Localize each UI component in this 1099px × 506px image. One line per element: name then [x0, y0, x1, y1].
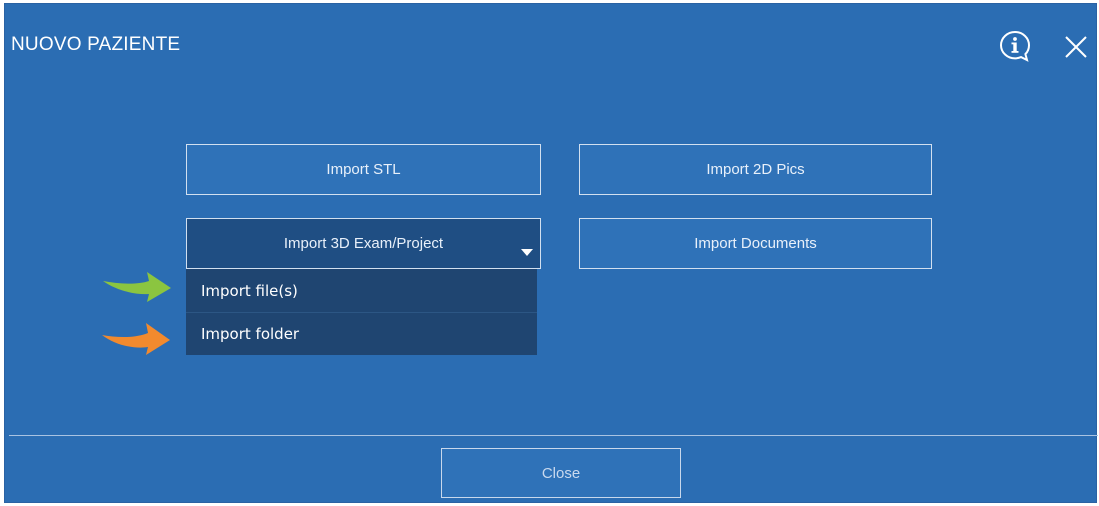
dialog-title: NUOVO PAZIENTE: [11, 34, 181, 55]
dropdown-caret-icon: [521, 249, 533, 256]
green-arrow-icon: [103, 272, 171, 302]
menu-item-import-files[interactable]: Import file(s): [186, 269, 537, 312]
close-label: Close: [541, 464, 581, 482]
footer-divider: [9, 435, 1098, 436]
info-icon[interactable]: [998, 29, 1032, 63]
import-documents-label: Import Documents: [694, 235, 817, 252]
import-documents-button[interactable]: Import Documents: [579, 218, 932, 269]
close-icon[interactable]: [1061, 32, 1091, 62]
import-3d-exam-dropdown[interactable]: Import 3D Exam/Project: [186, 218, 541, 269]
import-stl-button[interactable]: Import STL: [186, 144, 541, 195]
close-button[interactable]: Close: [441, 448, 681, 498]
import-3d-dropdown-menu: Import file(s) Import folder: [186, 269, 537, 355]
orange-arrow-icon: [102, 323, 170, 355]
menu-item-import-folder[interactable]: Import folder: [186, 312, 537, 355]
import-2d-pics-button[interactable]: Import 2D Pics: [579, 144, 932, 195]
import-3d-exam-label: Import 3D Exam/Project: [283, 235, 444, 252]
import-stl-label: Import STL: [326, 161, 401, 178]
import-2d-pics-label: Import 2D Pics: [706, 161, 805, 178]
new-patient-dialog: NUOVO PAZIENTE Import STL Import 2D Pics…: [4, 3, 1098, 503]
